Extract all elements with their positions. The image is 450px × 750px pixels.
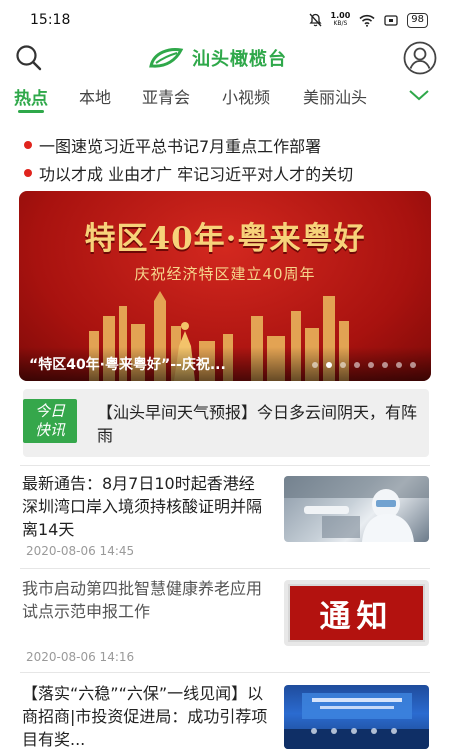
status-bar: 15:18 1.00 KB/S 98	[0, 0, 450, 40]
divider	[20, 465, 430, 466]
news-date: 2020-08-06 14:16	[26, 650, 135, 664]
news-title: 我市启动第四批智慧健康养老应用试点示范申报工作	[22, 579, 263, 621]
tab-hot[interactable]: 热点	[14, 84, 48, 109]
headline-item[interactable]: 一图速览习近平总书记7月重点工作部署	[24, 132, 440, 158]
headline-text: 功以才成 业由才广 牢记习近平对人才的关切	[39, 165, 354, 184]
banner-title: 特区40年·粤来粤好	[84, 221, 366, 257]
news-date: 2020-08-06 14:45	[26, 544, 135, 558]
headline-text: 一图速览习近平总书记7月重点工作部署	[39, 137, 322, 156]
carousel-dot[interactable]	[382, 362, 388, 368]
carousel-dot[interactable]	[354, 362, 360, 368]
banner-carousel[interactable]: 特区40年·粤来粤好 庆祝经济特区建立40周年 “特区40年·粤来粤好”--庆祝…	[19, 191, 431, 381]
news-thumbnail: 通知	[284, 580, 429, 646]
status-icons: 1.00 KB/S 98	[308, 11, 428, 28]
news-thumbnail	[284, 476, 429, 542]
network-speed: 1.00 KB/S	[330, 11, 351, 28]
meeting-photo	[284, 693, 429, 749]
wifi-icon	[359, 14, 375, 27]
flash-news-badge: 今日 快讯	[23, 399, 77, 443]
screen-cast-icon	[384, 14, 398, 26]
covid-testing-photo	[284, 476, 429, 542]
app-logo: 汕头橄榄台	[148, 45, 287, 71]
chevron-down-icon[interactable]	[408, 86, 430, 104]
news-thumbnail	[284, 685, 429, 749]
carousel-dot[interactable]	[410, 362, 416, 368]
bullet-dot-icon	[24, 141, 32, 149]
carousel-indicator	[312, 362, 416, 368]
banner-subtitle: 庆祝经济特区建立40周年	[134, 265, 316, 283]
app-name: 汕头橄榄台	[192, 49, 287, 70]
news-title: 最新通告：8月7日10时起香港经深圳湾口岸入境须持核酸证明并隔离14天	[22, 474, 263, 539]
divider	[20, 672, 430, 673]
search-icon[interactable]	[14, 43, 44, 73]
category-tabs: 热点 本地 亚青会 小视频 美丽汕头	[0, 84, 450, 114]
tab-short-video[interactable]: 小视频	[222, 84, 270, 108]
headline-item[interactable]: 功以才成 业由才广 牢记习近平对人才的关切	[24, 160, 440, 186]
battery-indicator: 98	[407, 12, 428, 28]
divider	[20, 568, 430, 569]
notice-image: 通知	[288, 584, 425, 642]
carousel-dot[interactable]	[312, 362, 318, 368]
carousel-dot[interactable]	[340, 362, 346, 368]
status-time: 15:18	[30, 12, 71, 28]
carousel-dot[interactable]	[326, 362, 332, 368]
mute-bell-icon	[308, 13, 322, 27]
tab-beautiful-shantou[interactable]: 美丽汕头	[303, 84, 367, 108]
olive-leaf-icon	[149, 48, 184, 68]
bullet-dot-icon	[24, 169, 32, 177]
carousel-dot[interactable]	[368, 362, 374, 368]
tab-local[interactable]: 本地	[79, 84, 111, 108]
user-profile-icon[interactable]	[403, 41, 437, 75]
flash-news-text: 【汕头早间天气预报】今日多云间阴天，有阵雨	[97, 403, 418, 445]
app-header: 汕头橄榄台	[0, 40, 450, 82]
tab-asian-youth-games[interactable]: 亚青会	[142, 84, 190, 108]
active-tab-indicator	[18, 110, 44, 113]
banner-caption: “特区40年·粤来粤好”--庆祝...	[29, 357, 226, 373]
today-flash-news[interactable]: 今日 快讯 【汕头早间天气预报】今日多云间阴天，有阵雨	[23, 389, 429, 457]
carousel-dot[interactable]	[396, 362, 402, 368]
news-title: 【落实“六稳”“六保”一线见闻】以商招商|市投资促进局：成功引荐项目有奖...	[22, 684, 268, 749]
